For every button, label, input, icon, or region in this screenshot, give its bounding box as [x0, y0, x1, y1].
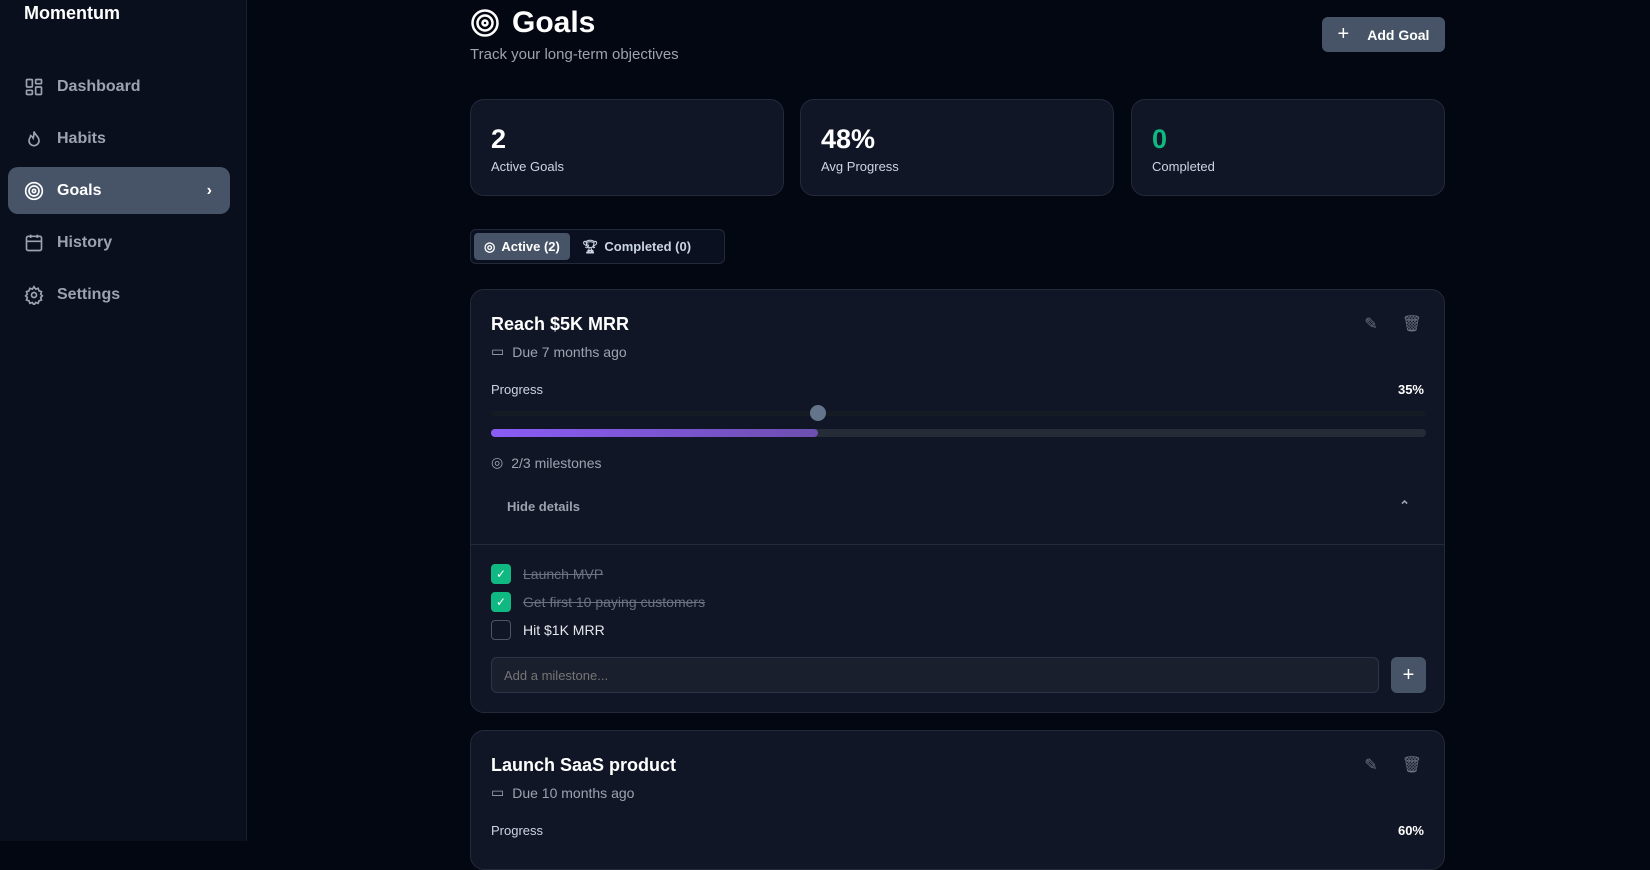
progress-bar	[491, 429, 1426, 437]
stat-active-goals: 2 Active Goals	[470, 99, 784, 196]
dashboard-icon	[25, 78, 43, 95]
stat-label: Active Goals	[491, 159, 564, 174]
sidebar-item-label: Dashboard	[57, 77, 141, 95]
sidebar-item-goals[interactable]: Goals ›	[8, 167, 230, 214]
progress-label: Progress	[491, 823, 544, 838]
sidebar-item-label: Goals	[57, 181, 102, 199]
page-subtitle: Track your long-term objectives	[470, 46, 679, 63]
add-goal-label: Add Goal	[1367, 26, 1430, 43]
plus-icon: +	[1402, 663, 1415, 686]
due-text: Due 10 months ago	[512, 784, 635, 801]
milestone-label: Get first 10 paying customers	[523, 594, 706, 610]
add-milestone-button[interactable]: +	[1391, 657, 1426, 693]
hide-details-button[interactable]: Hide details ⌃	[491, 488, 1426, 524]
calendar-icon: ▭	[491, 784, 505, 800]
add-goal-button[interactable]: + Add Goal	[1322, 17, 1445, 52]
progress-label: Progress	[491, 382, 544, 397]
chevron-right-icon: ›	[206, 181, 212, 199]
milestone-item[interactable]: Hit $1K MRR	[491, 620, 605, 640]
trash-icon[interactable]: 🗑︎	[1402, 755, 1422, 775]
milestone-count: ◎ 2/3 milestones	[491, 454, 602, 471]
target-icon	[24, 181, 44, 200]
checkbox-checked[interactable]: ✓	[491, 592, 511, 612]
target-icon	[471, 9, 499, 37]
sidebar-item-label: Settings	[57, 285, 121, 303]
progress-percent: 35%	[1397, 382, 1424, 397]
chevron-up-icon: ⌃	[1399, 498, 1410, 513]
calendar-icon: ▭	[491, 343, 505, 359]
sidebar-item-habits[interactable]: Habits	[8, 115, 230, 162]
page-title-text: Goals	[512, 6, 596, 39]
stat-value: 48%	[821, 124, 876, 154]
checkbox-checked[interactable]: ✓	[491, 564, 511, 584]
main-content: Goals Track your long-term objectives + …	[470, 0, 1445, 870]
goal-due: ▭ Due 7 months ago	[491, 343, 627, 360]
milestone-count-text: 2/3 milestones	[511, 454, 602, 471]
sidebar-item-history[interactable]: History	[8, 219, 230, 266]
divider	[471, 544, 1444, 545]
goal-tabs: ◎ Active (2) 🏆︎ Completed (0)	[470, 229, 725, 264]
stat-value: 0	[1152, 124, 1168, 154]
sidebar-item-settings[interactable]: Settings	[8, 271, 230, 318]
goal-title: Reach $5K MRR	[491, 314, 630, 334]
hide-details-label: Hide details	[507, 498, 580, 514]
progress-fill	[491, 429, 819, 437]
milestone-item[interactable]: ✓ Launch MVP	[491, 564, 603, 584]
tab-label: Completed (0)	[604, 239, 692, 254]
checkbox[interactable]	[491, 620, 511, 640]
milestone-label: Launch MVP	[523, 566, 604, 582]
page-title: Goals	[470, 6, 595, 40]
slider-thumb[interactable]	[810, 405, 827, 421]
tab-label: Active (2)	[501, 239, 560, 254]
target-icon: ◎	[491, 454, 504, 470]
stat-label: Avg Progress	[821, 159, 899, 174]
sidebar: Momentum Dashboard Habits Goals › Histor…	[0, 0, 247, 841]
stat-avg-progress: 48% Avg Progress	[800, 99, 1114, 196]
sidebar-item-dashboard[interactable]: Dashboard	[8, 63, 230, 110]
add-milestone-input[interactable]	[491, 657, 1379, 693]
goal-due: ▭ Due 10 months ago	[491, 784, 634, 801]
tab-completed[interactable]: 🏆︎ Completed (0)	[572, 233, 701, 260]
edit-icon[interactable]: ✎	[1364, 314, 1377, 334]
trophy-icon: 🏆︎	[581, 238, 599, 254]
sidebar-item-label: History	[57, 233, 113, 251]
goal-card: Launch SaaS product ✎ 🗑︎ ▭ Due 10 months a…	[470, 730, 1445, 870]
progress-slider[interactable]	[491, 405, 1426, 421]
edit-icon[interactable]: ✎	[1364, 755, 1377, 775]
app-logo: Momentum	[24, 3, 120, 23]
sidebar-item-label: Habits	[57, 129, 106, 147]
goal-title: Launch SaaS product	[491, 755, 677, 775]
milestone-item[interactable]: ✓ Get first 10 paying customers	[491, 592, 705, 612]
calendar-icon	[25, 234, 43, 251]
progress-percent: 60%	[1397, 823, 1424, 838]
stat-completed: 0 Completed	[1131, 99, 1445, 196]
stat-value: 2	[491, 124, 507, 154]
stat-label: Completed	[1152, 159, 1215, 174]
gear-icon	[24, 284, 44, 305]
trash-icon[interactable]: 🗑︎	[1402, 314, 1422, 334]
flame-icon	[28, 130, 40, 146]
plus-icon: +	[1337, 23, 1350, 45]
goal-card: Reach $5K MRR ✎ 🗑︎ ▭ Due 7 months ago Prog…	[470, 289, 1445, 713]
due-text: Due 7 months ago	[512, 343, 627, 360]
tab-active[interactable]: ◎ Active (2)	[474, 233, 570, 260]
milestone-label: Hit $1K MRR	[523, 622, 605, 638]
target-icon: ◎	[484, 238, 496, 254]
